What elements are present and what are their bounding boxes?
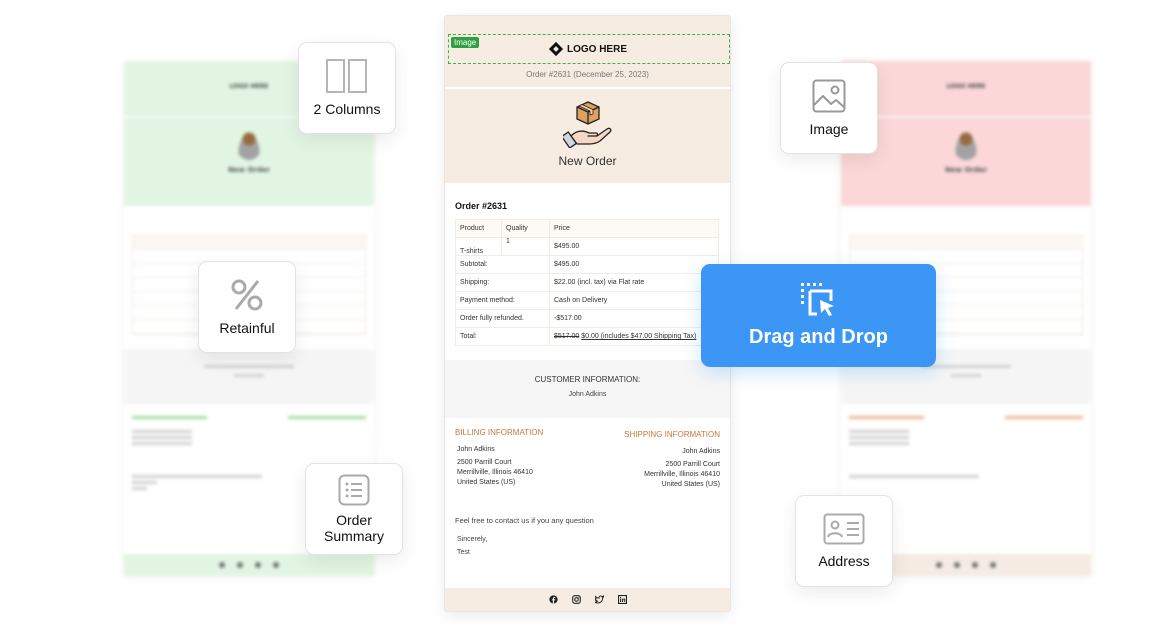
logo: LOGO HERE bbox=[548, 41, 627, 57]
product-cell: T-shirts bbox=[455, 237, 502, 256]
widget-label: Address bbox=[818, 553, 870, 569]
row-label: Subtotal: bbox=[455, 255, 550, 274]
two-columns-icon bbox=[326, 59, 367, 93]
bg-title: New Order bbox=[944, 166, 988, 174]
address-section: BILLING INFORMATION John Adkins 2500 Par… bbox=[455, 428, 720, 490]
table-row: Shipping: $22.00 (incl. tax) via Flat ra… bbox=[455, 273, 719, 292]
bg-delivery-icon bbox=[236, 130, 262, 160]
row-label: Shipping: bbox=[455, 273, 550, 292]
shipping-information: SHIPPING INFORMATION John Adkins 2500 Pa… bbox=[588, 428, 720, 490]
widget-2-columns[interactable]: 2 Columns bbox=[298, 42, 396, 134]
table-row: T-shirts 1 $495.00 bbox=[455, 237, 719, 256]
bg-footer bbox=[124, 554, 374, 576]
package-delivery-icon bbox=[562, 101, 611, 148]
widget-label: 2 Columns bbox=[313, 101, 381, 117]
row-label: Order fully refunded. bbox=[455, 309, 550, 328]
hero-title: New Order bbox=[558, 154, 617, 168]
signoff: Sincerely, bbox=[457, 536, 488, 543]
id-card-icon bbox=[823, 513, 865, 545]
table-header-row: Product Quality Price bbox=[455, 219, 719, 238]
bg-header: LOGO HERE New Order bbox=[841, 61, 1091, 206]
bg-delivery-icon bbox=[953, 130, 979, 160]
drag-and-drop-badge[interactable]: Drag and Drop bbox=[701, 264, 936, 367]
signature: Test bbox=[457, 549, 470, 556]
row-value: $22.00 (incl. tax) via Flat rate bbox=[549, 273, 719, 292]
row-label: Payment method: bbox=[455, 291, 550, 310]
bg-address-headings bbox=[132, 416, 366, 422]
billing-address-line: Merrillville, Illinois 46410 bbox=[457, 469, 533, 476]
shipping-address-line: Merrillville, Illinois 46410 bbox=[644, 471, 720, 478]
table-row: Payment method: Cash on Delivery bbox=[455, 291, 719, 310]
email-header: Image LOGO HERE Order #2631 (December 25… bbox=[445, 16, 730, 183]
image-block-selected[interactable]: Image LOGO HERE bbox=[448, 34, 730, 64]
signature-block: Sincerely, Test bbox=[455, 533, 720, 559]
email-footer bbox=[445, 588, 730, 611]
widget-address[interactable]: Address bbox=[795, 495, 893, 587]
header-divider bbox=[445, 87, 730, 89]
customer-label: CUSTOMER INFORMATION: bbox=[534, 375, 641, 384]
column-header: Quality bbox=[501, 219, 550, 238]
widget-order-summary[interactable]: Order Summary bbox=[305, 463, 403, 555]
linkedin-icon[interactable] bbox=[617, 595, 627, 604]
order-heading: Order #2631 bbox=[455, 201, 508, 211]
email-template-preview[interactable]: Image LOGO HERE Order #2631 (December 25… bbox=[444, 15, 731, 612]
price-cell: $495.00 bbox=[549, 237, 719, 256]
facebook-icon[interactable] bbox=[548, 595, 558, 604]
shipping-address-line: 2500 Parrill Court bbox=[665, 461, 720, 468]
billing-information: BILLING INFORMATION John Adkins 2500 Par… bbox=[455, 428, 588, 490]
row-value: $495.00 bbox=[549, 255, 719, 274]
row-label: Total: bbox=[455, 327, 550, 346]
widget-image[interactable]: Image bbox=[780, 62, 878, 154]
widget-label: Retainful bbox=[219, 320, 275, 336]
row-value: -$517.00 bbox=[549, 309, 719, 328]
quantity-cell: 1 bbox=[501, 237, 550, 256]
logo-icon bbox=[548, 41, 564, 57]
billing-name: John Adkins bbox=[457, 446, 495, 453]
column-header: Price bbox=[549, 219, 719, 238]
bg-title: New Order bbox=[227, 166, 271, 174]
email-body: Order #2631 Product Quality Price T-shir… bbox=[445, 183, 730, 559]
drag-select-cursor-icon bbox=[800, 283, 834, 316]
shipping-address-line: United States (US) bbox=[661, 481, 720, 488]
instagram-icon[interactable] bbox=[571, 595, 581, 604]
order-date: Order #2631 (December 25, 2023) bbox=[526, 70, 649, 79]
billing-heading: BILLING INFORMATION bbox=[455, 428, 544, 437]
widget-label: Order Summary bbox=[324, 512, 384, 544]
percent-icon bbox=[231, 279, 263, 311]
bg-logo: LOGO HERE bbox=[946, 83, 986, 90]
row-value: Cash on Delivery bbox=[549, 291, 719, 310]
shipping-heading: SHIPPING INFORMATION bbox=[624, 430, 720, 439]
customer-name: John Adkins bbox=[568, 391, 607, 398]
logo-text: LOGO HERE bbox=[566, 43, 627, 55]
bg-address-headings bbox=[849, 416, 1083, 422]
twitter-icon[interactable] bbox=[594, 595, 604, 604]
contact-text: Feel free to contact us if you any quest… bbox=[455, 516, 594, 525]
billing-address-line: United States (US) bbox=[457, 479, 516, 486]
bg-customer-info bbox=[124, 349, 374, 404]
order-summary-table: Product Quality Price T-shirts 1 $495.00… bbox=[455, 219, 719, 346]
column-header: Product bbox=[455, 219, 502, 238]
old-total: $517.00 bbox=[554, 333, 580, 340]
table-row-total: Total: $517.00 $0.00 (includes $47.00 Sh… bbox=[455, 327, 719, 346]
customer-information: CUSTOMER INFORMATION: John Adkins bbox=[445, 360, 730, 418]
list-icon bbox=[338, 474, 370, 506]
billing-address-line: 2500 Parrill Court bbox=[457, 459, 512, 466]
image-block-tag: Image bbox=[451, 37, 480, 48]
new-total: $0.00 (includes $47.00 Shipping Tax) bbox=[581, 333, 697, 340]
table-row: Subtotal: $495.00 bbox=[455, 255, 719, 274]
image-icon bbox=[812, 79, 846, 113]
row-value: $517.00 $0.00 (includes $47.00 Shipping … bbox=[549, 327, 719, 346]
widget-retainful[interactable]: Retainful bbox=[198, 261, 296, 353]
table-row: Order fully refunded. -$517.00 bbox=[455, 309, 719, 328]
shipping-name: John Adkins bbox=[682, 448, 720, 455]
drag-and-drop-label: Drag and Drop bbox=[749, 326, 888, 348]
widget-label: Image bbox=[809, 121, 849, 137]
